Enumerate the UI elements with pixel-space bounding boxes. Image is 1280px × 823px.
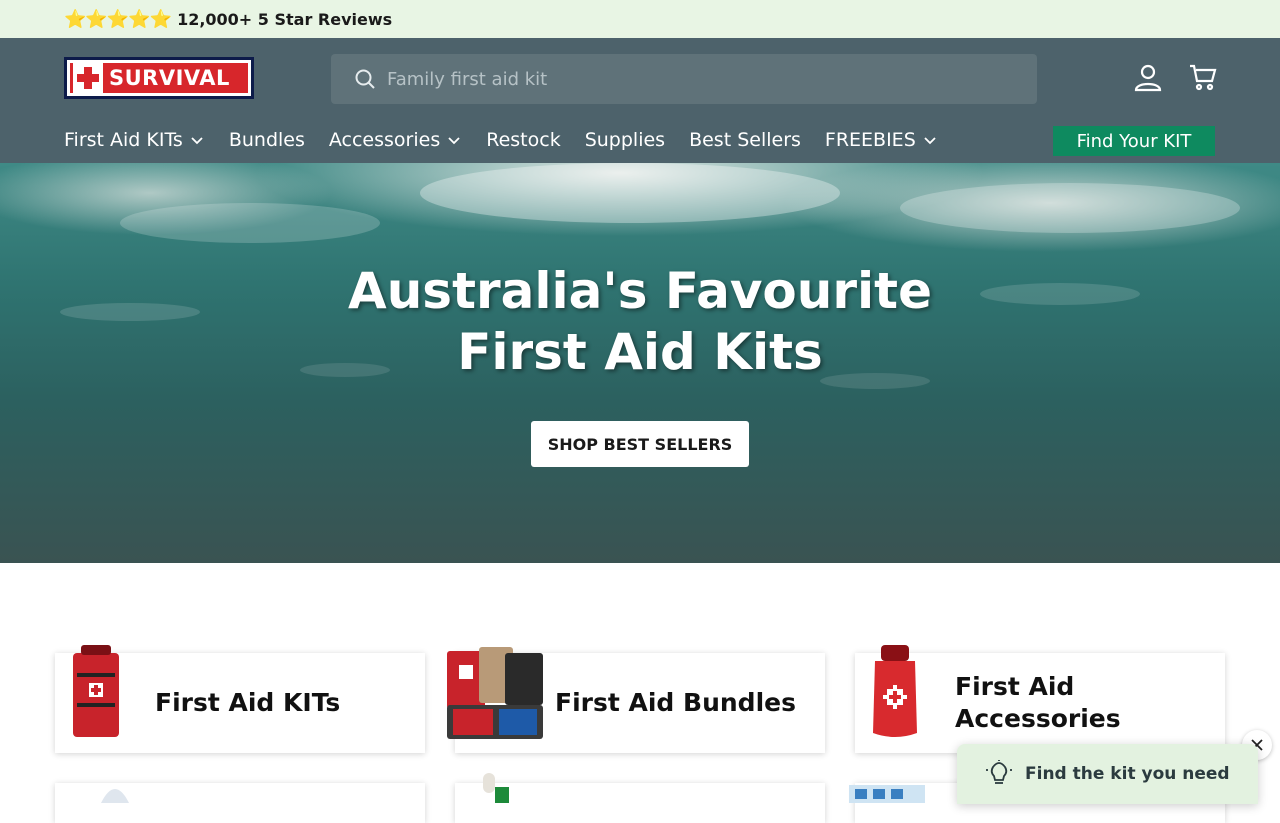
nav-item-supplies[interactable]: Supplies: [585, 129, 665, 151]
logo-text: SURVIVAL: [109, 66, 230, 90]
nav-item-label: Supplies: [584, 129, 666, 151]
survival-logo[interactable]: SURVIVAL: [64, 57, 254, 99]
nav-item-label: Accessories: [328, 129, 441, 151]
nav-item-label: Best Sellers: [689, 129, 801, 151]
dry-bag-icon: [873, 645, 917, 737]
bundle-kits-icon: [447, 647, 543, 739]
wave-foam: [420, 163, 840, 223]
kit-finder-widget[interactable]: Find the kit you need: [957, 744, 1258, 804]
category-title: First Aid Accessories: [955, 671, 1121, 735]
chevron-down-icon: [448, 137, 460, 145]
category-card-row2-1[interactable]: [55, 783, 425, 823]
red-cross-icon: [73, 63, 103, 93]
nav-item-label: Bundles: [228, 129, 305, 151]
nav-item-first-aid-kits[interactable]: First Aid KITs: [64, 129, 205, 151]
wave-foam: [900, 183, 1240, 233]
product-image-icon: [483, 773, 509, 803]
search-icon[interactable]: [353, 67, 377, 91]
chevron-down-icon: [924, 137, 936, 145]
lightbulb-icon: [986, 760, 1012, 784]
search-input[interactable]: [387, 68, 987, 90]
kit-finder-label: Find the kit you need: [1025, 764, 1230, 784]
nav-item-accessories[interactable]: Accessories: [329, 129, 462, 151]
category-title: First Aid Bundles: [555, 688, 796, 717]
category-card-first-aid-kits[interactable]: First Aid KITs: [55, 645, 425, 753]
search-bar[interactable]: [331, 54, 1037, 104]
category-card-first-aid-accessories[interactable]: First Aid Accessories: [855, 645, 1225, 753]
hero-title-line2: First Aid Kits: [457, 323, 823, 381]
hero-banner: Australia's Favourite First Aid Kits SHO…: [0, 163, 1280, 563]
nav-item-freebies[interactable]: FREEBIES: [825, 129, 938, 151]
nav-item-best-sellers[interactable]: Best Sellers: [689, 129, 801, 151]
category-title: First Aid KITs: [155, 688, 341, 717]
nav-item-label: FREEBIES: [824, 129, 916, 151]
product-image-icon: [101, 789, 129, 803]
find-your-kit-button[interactable]: Find Your KIT: [1053, 126, 1215, 156]
nav-item-label: Restock: [486, 129, 561, 151]
shop-best-sellers-button[interactable]: SHOP BEST SELLERS: [531, 421, 749, 467]
announcement-bar: ⭐⭐⭐⭐⭐ 12,000+ 5 Star Reviews: [0, 0, 1280, 38]
category-card-row2-2[interactable]: [455, 773, 825, 823]
nav-item-restock[interactable]: Restock: [486, 129, 560, 151]
site-header: SURVIVAL First Aid KITs Bundles Ac: [0, 38, 1280, 163]
main-nav: First Aid KITs Bundles Accessories Resto…: [64, 126, 962, 154]
reviews-count-text: 12,000+ 5 Star Reviews: [177, 9, 393, 29]
logo-banner: SURVIVAL: [70, 63, 248, 93]
first-aid-kit-bag-icon: [73, 645, 119, 737]
nav-item-bundles[interactable]: Bundles: [229, 129, 305, 151]
star-rating-icons: ⭐⭐⭐⭐⭐: [64, 8, 172, 30]
chevron-down-icon: [191, 137, 203, 145]
wave-foam: [120, 203, 380, 243]
nav-item-label: First Aid KITs: [64, 129, 183, 151]
cart-icon[interactable]: [1186, 60, 1220, 94]
category-card-first-aid-bundles[interactable]: First Aid Bundles: [447, 647, 825, 753]
account-icon[interactable]: [1131, 60, 1165, 94]
hero-title: Australia's Favourite First Aid Kits: [0, 261, 1280, 383]
category-title-line2: Accessories: [955, 704, 1121, 733]
category-title-line1: First Aid: [955, 672, 1075, 701]
hero-title-line1: Australia's Favourite: [348, 262, 932, 320]
